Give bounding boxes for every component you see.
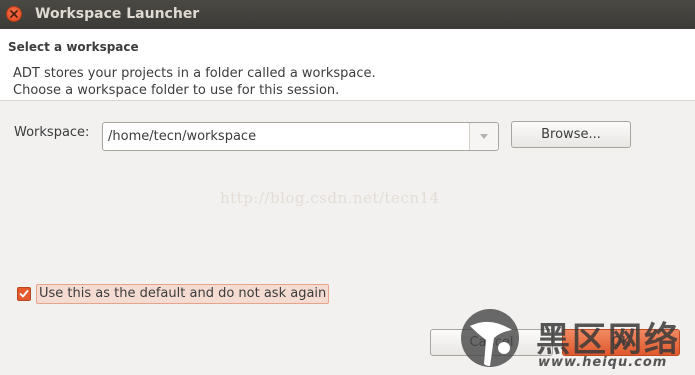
default-checkbox-label[interactable]: Use this as the default and do not ask a… xyxy=(36,284,330,304)
browse-button[interactable]: Browse... xyxy=(511,121,631,148)
close-button[interactable] xyxy=(6,6,22,22)
blog-watermark: http://blog.csdn.net/tecn14 xyxy=(220,189,440,207)
chevron-down-icon xyxy=(480,134,488,139)
workspace-input[interactable] xyxy=(103,123,469,150)
workspace-combobox[interactable] xyxy=(102,122,499,151)
window-title: Workspace Launcher xyxy=(35,6,200,22)
title-bar: Workspace Launcher xyxy=(0,0,695,29)
description-line-1: ADT stores your projects in a folder cal… xyxy=(13,66,376,81)
site-logo-url: www.heiqu.com xyxy=(538,355,668,370)
default-checkbox[interactable] xyxy=(17,287,31,301)
close-icon xyxy=(10,10,18,18)
checkmark-icon xyxy=(19,290,29,298)
header-panel: Select a workspace ADT stores your proje… xyxy=(0,29,695,101)
workspace-dropdown-button[interactable] xyxy=(469,123,498,150)
site-logo-icon xyxy=(461,309,519,367)
site-logo-watermark: 黑区网络 www.heiqu.com xyxy=(458,308,695,375)
description-line-2: Choose a workspace folder to use for thi… xyxy=(13,83,340,98)
workspace-launcher-dialog: Workspace Launcher Select a workspace AD… xyxy=(0,0,695,375)
page-title: Select a workspace xyxy=(8,40,139,54)
site-logo-name: 黑区网络 xyxy=(536,320,680,360)
workspace-label: Workspace: xyxy=(14,125,90,140)
